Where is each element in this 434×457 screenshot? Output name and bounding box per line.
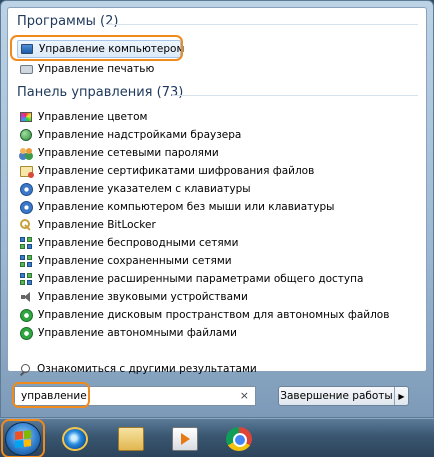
result-sound-devices[interactable]: Управление звуковыми устройствами xyxy=(19,288,248,306)
shutdown-button-group: Завершение работы ▶ xyxy=(278,386,409,406)
result-label: Управление указателем с клавиатуры xyxy=(38,183,251,195)
result-bitlocker[interactable]: Управление BitLocker xyxy=(19,216,156,234)
result-label: Управление надстройками браузера xyxy=(38,129,242,141)
ease-of-access-icon xyxy=(19,200,33,214)
chrome-icon[interactable] xyxy=(226,427,252,451)
search-icon xyxy=(19,363,33,375)
highlight-ring-search xyxy=(12,382,90,408)
result-label: Управление печатью xyxy=(38,63,155,75)
network-passwords-icon xyxy=(19,146,33,160)
color-management-icon xyxy=(19,110,33,124)
browser-addons-icon xyxy=(19,128,33,142)
internet-explorer-icon[interactable] xyxy=(62,427,88,451)
network-icon xyxy=(19,236,33,250)
result-label: Управление цветом xyxy=(38,111,148,123)
result-pointer-keyboard[interactable]: Управление указателем с клавиатуры xyxy=(19,180,251,198)
result-print-management[interactable]: Управление печатью xyxy=(19,60,154,78)
see-more-results-label: Ознакомиться с другими результатами xyxy=(37,363,257,375)
media-player-icon[interactable] xyxy=(172,427,198,451)
result-label: Управление звуковыми устройствами xyxy=(38,291,248,303)
result-browser-addons[interactable]: Управление надстройками браузера xyxy=(19,126,241,144)
result-label: Управление сертификатами шифрования файл… xyxy=(38,165,315,177)
result-wireless-networks[interactable]: Управление беспроводными сетями xyxy=(19,234,238,252)
certificate-icon xyxy=(19,164,34,178)
printer-icon xyxy=(19,62,33,76)
ease-of-access-icon xyxy=(19,182,33,196)
control-panel-header: Панель управления (73) xyxy=(17,85,183,100)
search-results-panel: Программы (2) Управление компьютером Упр… xyxy=(7,7,427,375)
result-no-mouse-keyboard[interactable]: Управление компьютером без мыши или клав… xyxy=(19,198,334,216)
control-panel-divider xyxy=(172,95,418,96)
result-network-passwords[interactable]: Управление сетевыми паролями xyxy=(19,144,219,162)
control-panel-header-label: Панель управления (73) xyxy=(17,85,184,100)
result-label: Управление сохраненными сетями xyxy=(38,255,232,267)
highlight-ring-start xyxy=(1,419,45,457)
result-certificates[interactable]: Управление сертификатами шифрования файл… xyxy=(19,162,314,180)
network-icon xyxy=(19,272,33,286)
file-explorer-icon[interactable] xyxy=(118,427,144,451)
sync-icon xyxy=(19,326,33,340)
result-advanced-sharing[interactable]: Управление расширенными параметрами обще… xyxy=(19,270,363,288)
programs-header-label: Программы (2) xyxy=(17,14,119,29)
clear-search-icon[interactable]: × xyxy=(240,389,249,402)
result-offline-files[interactable]: Управление автономными файлами xyxy=(19,324,237,342)
programs-header: Программы (2) xyxy=(17,14,118,29)
result-saved-networks[interactable]: Управление сохраненными сетями xyxy=(19,252,232,270)
programs-divider xyxy=(106,24,418,25)
result-label: Управление дисковым пространством для ав… xyxy=(38,309,390,321)
taskbar xyxy=(0,418,434,457)
result-label: Управление компьютером без мыши или клав… xyxy=(38,201,335,213)
bitlocker-key-icon xyxy=(19,218,33,232)
speaker-icon xyxy=(19,290,33,304)
shutdown-button[interactable]: Завершение работы xyxy=(279,387,394,405)
result-label: Управление беспроводными сетями xyxy=(38,237,239,249)
result-label: Управление автономными файлами xyxy=(38,327,237,339)
shutdown-options-arrow-icon[interactable]: ▶ xyxy=(394,387,408,405)
highlight-ring-result xyxy=(10,35,183,61)
network-icon xyxy=(19,254,33,268)
result-label: Управление расширенными параметрами обще… xyxy=(38,273,364,285)
result-offline-disk-space[interactable]: Управление дисковым пространством для ав… xyxy=(19,306,389,324)
sync-icon xyxy=(19,308,33,322)
see-more-results-link[interactable]: Ознакомиться с другими результатами xyxy=(19,363,257,375)
result-color-management[interactable]: Управление цветом xyxy=(19,108,147,126)
result-label: Управление сетевыми паролями xyxy=(38,147,219,159)
result-label: Управление BitLocker xyxy=(38,219,156,231)
start-menu: Программы (2) Управление компьютером Упр… xyxy=(0,0,434,418)
